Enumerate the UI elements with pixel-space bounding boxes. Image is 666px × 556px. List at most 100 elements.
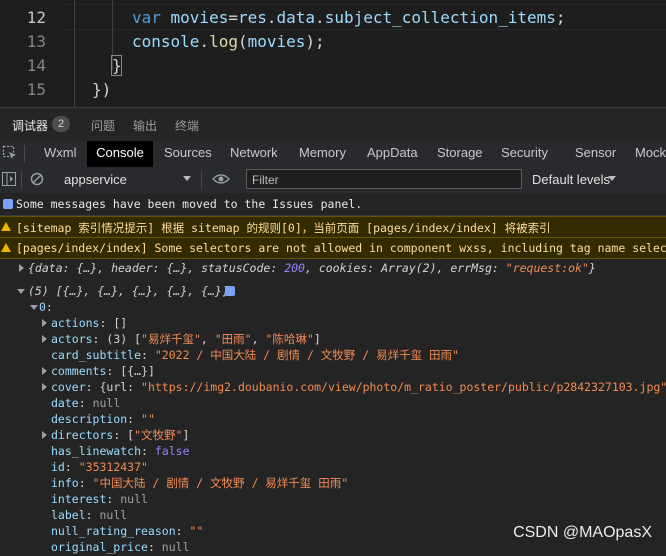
tab-output[interactable]: 输出 [133, 117, 157, 134]
property-value: ["文牧野"] [127, 428, 190, 442]
tab-storage[interactable]: Storage [437, 141, 483, 167]
tab-terminal[interactable]: 终端 [175, 117, 199, 134]
array-summary: (5) [{…}, {…}, {…}, {…}, {…}] [28, 284, 229, 298]
console-toolbar: appservice Filter Default levels [0, 167, 666, 194]
property-key: info [51, 476, 79, 490]
console-output: Some messages have been moved to the Iss… [0, 193, 666, 556]
info-icon [225, 286, 235, 296]
tab-memory[interactable]: Memory [299, 141, 346, 167]
chevron-down-icon[interactable] [608, 176, 616, 181]
element-picker-icon[interactable] [2, 145, 18, 161]
property-key: card_subtitle [51, 348, 142, 362]
warning-text: [sitemap 索引情况提示] 根据 sitemap 的规则[0]，当前页面 … [16, 221, 551, 235]
line-number: 14 [26, 56, 46, 75]
property-key: id [51, 460, 65, 474]
tab-issues[interactable]: 问题 [91, 117, 115, 134]
property-key: label [51, 508, 86, 522]
response-errmsg: "request:ok" [505, 261, 589, 275]
expand-arrow-icon[interactable] [42, 383, 47, 391]
expand-arrow-icon[interactable] [19, 264, 24, 272]
property-value: "" [141, 412, 155, 426]
property-value: null [161, 540, 190, 554]
filter-input[interactable]: Filter [246, 169, 522, 189]
line-number: 13 [26, 32, 46, 51]
code-line[interactable]: 13 console.log(movies); [0, 30, 666, 54]
warning-icon [1, 243, 11, 252]
warning-text: [pages/index/index] Some selectors are n… [16, 241, 666, 255]
property-value: false [154, 444, 190, 458]
code-line[interactable]: 12 var movies=res.data.subject_collection… [0, 6, 666, 30]
response-mid: , cookies: Array(2), errMsg: [304, 261, 506, 275]
info-message-text: Some messages have been moved to the Iss… [16, 197, 363, 211]
response-status: 200 [284, 261, 305, 275]
watermark: CSDN @MAOpasX [513, 524, 652, 541]
property-value: null [120, 492, 148, 506]
property-value: "2022 / 中国大陆 / 剧情 / 文牧野 / 易烊千玺 田雨" [154, 348, 459, 362]
property-key: has_linewatch [51, 444, 142, 458]
tab-sensor[interactable]: Sensor [575, 141, 616, 167]
warning-message: [sitemap 索引情况提示] 根据 sitemap 的规则[0]，当前页面 … [0, 216, 666, 238]
separator [201, 171, 202, 189]
property-key: cover [51, 380, 86, 394]
line-number: 12 [26, 8, 46, 27]
property-value: null [99, 508, 128, 522]
expand-arrow-icon[interactable] [42, 431, 47, 439]
clear-console-icon[interactable] [30, 172, 44, 186]
property-key: directors [51, 428, 114, 442]
tab-network[interactable]: Network [230, 141, 278, 167]
info-icon [3, 199, 13, 209]
context-selector[interactable]: appservice [64, 172, 127, 187]
property-key: actors [51, 332, 93, 346]
property-key: actions [51, 316, 100, 330]
panel-tab-bar: 调试器 2 问题 输出 终端 [0, 107, 666, 142]
code-text: var movies=res.data.subject_collection_i… [132, 8, 566, 27]
expand-arrow-icon[interactable] [42, 335, 47, 343]
tab-console[interactable]: Console [87, 141, 153, 167]
property-key: description [51, 412, 128, 426]
property-value: "35312437" [78, 460, 148, 474]
property-value: null [92, 396, 121, 410]
info-message: Some messages have been moved to the Iss… [0, 193, 666, 216]
property-value: (3) ["易烊千玺", "田雨", "陈哈琳"] [106, 332, 321, 346]
response-prefix: {data: {…}, header: {…}, statusCode: [28, 261, 285, 275]
property-value: "" [189, 524, 204, 538]
response-suffix: } [588, 261, 596, 275]
code-line[interactable]: 14} [0, 54, 666, 78]
code-text: }) [92, 80, 112, 99]
tab-wxml[interactable]: Wxml [44, 141, 77, 167]
property-key: interest [51, 492, 107, 506]
code-editor[interactable]: 12 var movies=res.data.subject_collection… [0, 0, 666, 107]
expand-arrow-icon[interactable] [42, 319, 47, 327]
bracket-match-highlight [111, 55, 122, 76]
tab-sources[interactable]: Sources [164, 141, 212, 167]
property-key: null_rating_reason [51, 524, 176, 538]
devtools-tab-bar: Wxml Console Sources Network Memory AppD… [0, 141, 666, 168]
property-key: date [51, 396, 79, 410]
debugger-count-badge: 2 [52, 116, 70, 132]
sidebar-toggle-icon[interactable] [2, 172, 16, 186]
eye-icon[interactable] [212, 173, 230, 185]
tab-debugger[interactable]: 调试器 [12, 117, 48, 134]
line-number: 15 [26, 80, 46, 99]
property-key: original_price [51, 540, 148, 554]
separator [21, 171, 22, 189]
code-line[interactable]: 15}) [0, 78, 666, 102]
tab-appdata[interactable]: AppData [367, 141, 418, 167]
property-key: comments [51, 364, 107, 378]
collapse-arrow-icon[interactable] [30, 305, 38, 310]
property-value: {url: "https://img2.doubanio.com/view/ph… [99, 380, 666, 394]
expand-arrow-icon[interactable] [42, 367, 47, 375]
tab-security[interactable]: Security [501, 141, 548, 167]
chevron-down-icon[interactable] [183, 176, 191, 181]
filter-placeholder: Filter [252, 173, 279, 187]
property-value: "中国大陆 / 剧情 / 文牧野 / 易烊千玺 田雨" [92, 476, 349, 490]
property-value: [{…}] [120, 364, 155, 378]
warning-icon [1, 222, 11, 231]
property-value: [] [113, 316, 128, 330]
tab-mock[interactable]: Mock [635, 141, 666, 167]
index-label: 0: [39, 300, 53, 314]
log-levels-dropdown[interactable]: Default levels [532, 172, 610, 187]
collapse-arrow-icon[interactable] [17, 289, 25, 294]
separator [24, 145, 25, 163]
warning-message: [pages/index/index] Some selectors are n… [0, 237, 666, 259]
